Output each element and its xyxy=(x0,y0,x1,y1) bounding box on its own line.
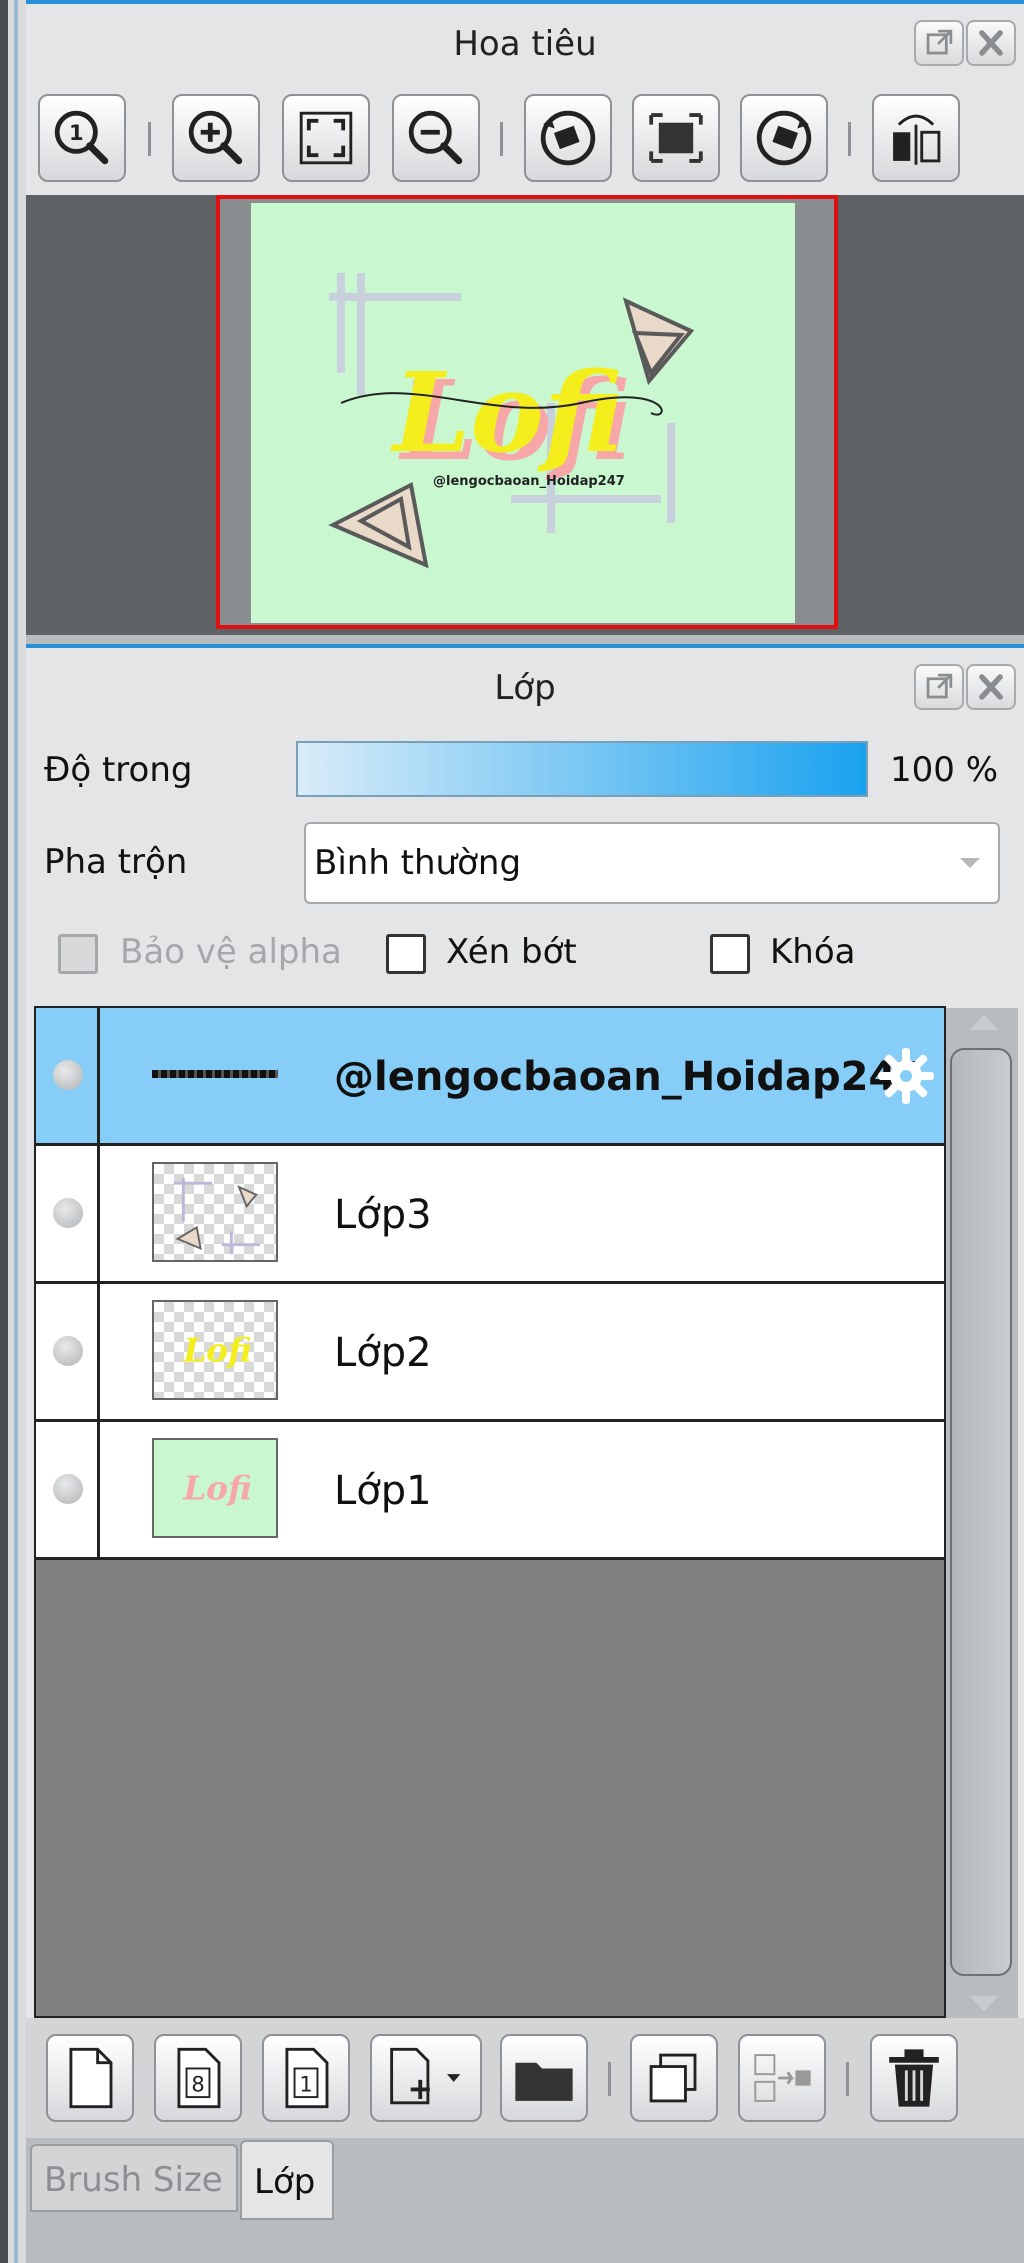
panel-tabs: Brush Size Lớp xyxy=(26,2138,1024,2263)
zoom-out-button[interactable] xyxy=(392,94,480,182)
zoom-in-icon xyxy=(188,110,243,165)
layer-toolbar: 8 1 xyxy=(26,2018,1024,2138)
navigator-panel: Hoa tiêu 1 xyxy=(26,0,1024,199)
layer-thumbnail: Lofi xyxy=(152,1438,278,1538)
new-1bit-layer-icon: 1 xyxy=(285,2047,329,2109)
zoom-actual-size-button[interactable]: 1 xyxy=(38,94,126,182)
clipping-label: Xén bớt xyxy=(446,932,577,972)
scroll-thumb[interactable] xyxy=(950,1048,1012,1976)
undock-icon xyxy=(926,673,953,699)
blend-mode-label: Pha trộn xyxy=(44,842,188,882)
scroll-up-icon[interactable] xyxy=(970,1014,998,1030)
folder-icon xyxy=(515,2062,573,2101)
visibility-icon xyxy=(53,1060,83,1090)
navigator-title: Hoa tiêu xyxy=(453,24,597,64)
clipping-checkbox[interactable] xyxy=(386,934,426,974)
new-layer-dropdown-button[interactable] xyxy=(370,2034,482,2122)
duplicate-icon xyxy=(649,2053,697,2103)
svg-text:Lofi: Lofi xyxy=(182,1331,251,1370)
svg-text:8: 8 xyxy=(191,2072,204,2096)
close-icon xyxy=(979,674,1003,700)
undock-icon xyxy=(926,29,953,55)
tab-layer[interactable]: Lớp xyxy=(240,2140,334,2220)
flip-horizontal-button[interactable] xyxy=(872,94,960,182)
reset-view-icon xyxy=(649,113,703,163)
left-edge-strip xyxy=(0,0,26,2263)
new-folder-button[interactable] xyxy=(500,2034,588,2122)
visibility-toggle[interactable] xyxy=(36,1284,100,1419)
layer-row[interactable]: Lofi Lớp2 xyxy=(36,1284,944,1422)
merge-down-button[interactable] xyxy=(738,2034,826,2122)
fit-to-window-button[interactable] xyxy=(282,94,370,182)
new-page-icon xyxy=(69,2047,113,2109)
protect-alpha-label: Bảo vệ alpha xyxy=(120,932,342,972)
undock-button[interactable] xyxy=(914,20,964,66)
scroll-down-icon[interactable] xyxy=(970,1996,998,2012)
zoom-1-icon: 1 xyxy=(54,110,109,165)
blend-mode-value: Bình thường xyxy=(314,843,522,883)
visibility-icon xyxy=(53,1336,83,1366)
svg-text:1: 1 xyxy=(299,2072,312,2096)
blend-mode-select[interactable]: Bình thường xyxy=(304,822,1000,904)
new-color-layer-button[interactable] xyxy=(46,2034,134,2122)
text-layer-gear-icon[interactable] xyxy=(874,1044,938,1108)
layer-thumbnail: Lofi xyxy=(152,1300,278,1400)
layer-name: @lengocbaoan_Hoidap247 xyxy=(334,1054,925,1100)
layer-row[interactable]: @lengocbaoan_Hoidap247 xyxy=(36,1008,944,1146)
svg-text:Lofi: Lofi xyxy=(182,1469,251,1508)
delete-layer-button[interactable] xyxy=(870,2034,958,2122)
fit-window-icon xyxy=(299,111,353,165)
chevron-down-icon xyxy=(960,858,980,868)
zoom-out-icon xyxy=(408,110,463,165)
viewport-frame[interactable]: Lofi Lofi @lengocbaoan_Hoidap247 xyxy=(216,195,838,629)
add-layer-dropdown-icon xyxy=(390,2047,461,2105)
rotate-right-button[interactable] xyxy=(740,94,828,182)
close-layer-panel-button[interactable] xyxy=(966,664,1016,710)
layer-name: Lớp1 xyxy=(334,1468,432,1514)
trash-icon xyxy=(889,2049,939,2107)
new-8bit-layer-button[interactable]: 8 xyxy=(154,2034,242,2122)
close-navigator-button[interactable] xyxy=(966,20,1016,66)
rotate-left-icon xyxy=(540,110,596,166)
artwork-preview: Lofi Lofi @lengocbaoan_Hoidap247 xyxy=(328,273,695,569)
navigator-preview[interactable]: Lofi Lofi @lengocbaoan_Hoidap247 xyxy=(26,195,1024,635)
layer-row[interactable]: Lofi Lớp1 xyxy=(36,1422,944,1560)
opacity-value: 100 % xyxy=(890,750,999,790)
opacity-slider[interactable] xyxy=(296,741,868,797)
layer-list: @lengocbaoan_Hoidap247 Lớp3 Lofi Lớp2 Lo… xyxy=(34,1006,946,2018)
new-1bit-layer-button[interactable]: 1 xyxy=(262,2034,350,2122)
tab-brush-size[interactable]: Brush Size xyxy=(30,2144,238,2212)
reset-view-button[interactable] xyxy=(632,94,720,182)
svg-text:1: 1 xyxy=(69,121,84,145)
lock-label: Khóa xyxy=(770,932,856,972)
layer-thumbnail xyxy=(152,1162,278,1262)
layer-list-scrollbar[interactable] xyxy=(946,1008,1018,2018)
layer-thumbnail xyxy=(152,1024,278,1124)
visibility-toggle[interactable] xyxy=(36,1422,100,1557)
layer-panel-title: Lớp xyxy=(494,668,556,708)
rotate-right-icon xyxy=(756,110,812,166)
new-8bit-layer-icon: 8 xyxy=(177,2047,221,2109)
visibility-toggle[interactable] xyxy=(36,1146,100,1281)
visibility-toggle[interactable] xyxy=(36,1008,100,1143)
opacity-label: Độ trong xyxy=(44,750,193,790)
undock-button[interactable] xyxy=(914,664,964,710)
flip-horizontal-icon xyxy=(893,114,941,165)
duplicate-layer-button[interactable] xyxy=(630,2034,718,2122)
zoom-in-button[interactable] xyxy=(172,94,260,182)
close-icon xyxy=(979,30,1003,56)
merge-icon xyxy=(754,2054,811,2102)
protect-alpha-checkbox[interactable] xyxy=(58,934,98,974)
layer-row[interactable]: Lớp3 xyxy=(36,1146,944,1284)
visibility-icon xyxy=(53,1474,83,1504)
artwork-watermark: @lengocbaoan_Hoidap247 xyxy=(433,474,625,489)
visibility-icon xyxy=(53,1198,83,1228)
layer-name: Lớp2 xyxy=(334,1330,432,1376)
lock-checkbox[interactable] xyxy=(710,934,750,974)
rotate-left-button[interactable] xyxy=(524,94,612,182)
canvas-thumbnail: Lofi Lofi @lengocbaoan_Hoidap247 xyxy=(251,203,795,623)
artwork-text: Lofi xyxy=(390,348,624,477)
layer-name: Lớp3 xyxy=(334,1192,432,1238)
